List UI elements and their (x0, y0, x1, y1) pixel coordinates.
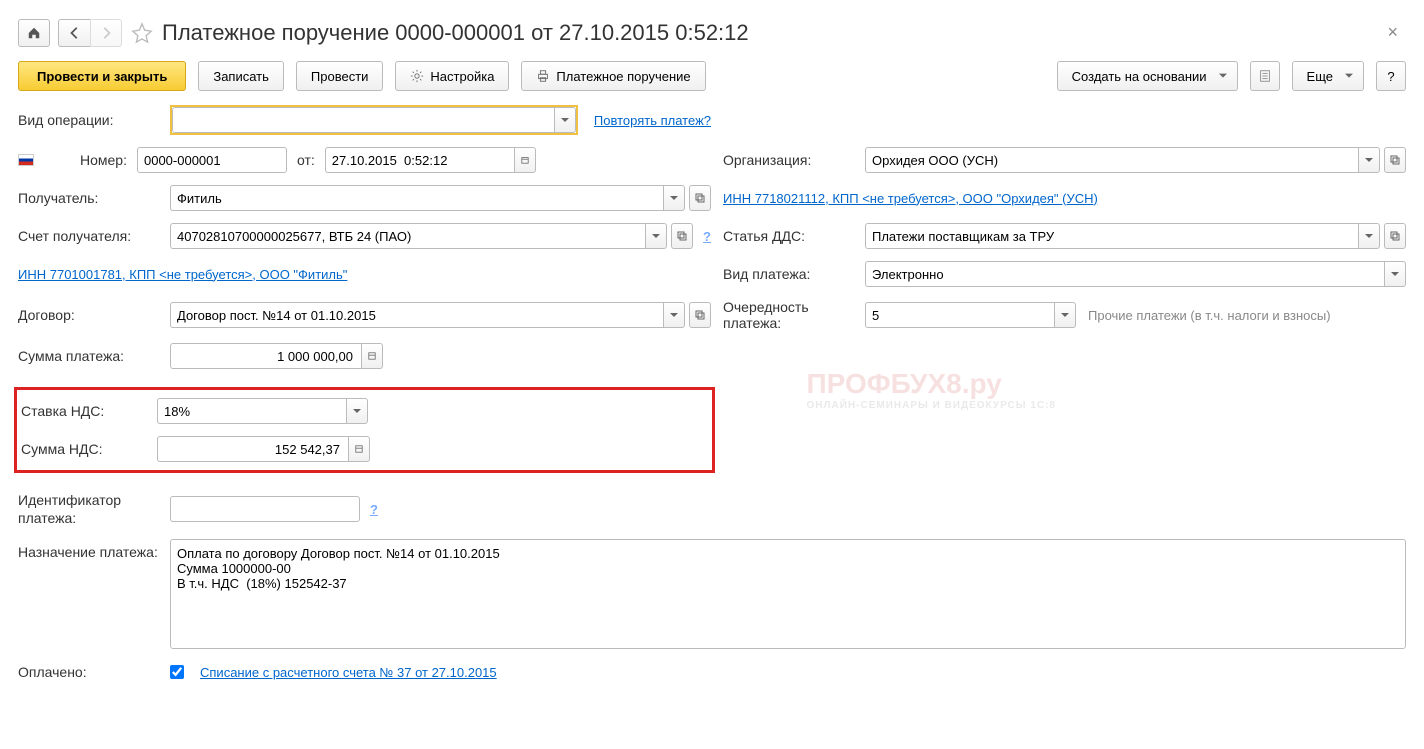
help-icon[interactable]: ? (370, 502, 378, 517)
header-bar: Платежное поручение 0000-000001 от 27.10… (18, 18, 1406, 47)
create-based-on-button[interactable]: Создать на основании (1057, 61, 1238, 91)
pay-type-input[interactable] (865, 261, 1384, 287)
vat-amount-input[interactable] (157, 436, 348, 462)
forward-button[interactable] (90, 19, 122, 47)
flag-icon (18, 154, 34, 166)
report-button[interactable] (1250, 61, 1280, 91)
number-label: Номер: (80, 152, 127, 168)
recipient-account-label: Счет получателя: (18, 228, 158, 244)
pay-type-label: Вид платежа: (723, 266, 853, 282)
repeat-payment-link[interactable]: Повторять платеж? (594, 113, 711, 128)
dropdown-icon[interactable] (1358, 147, 1380, 173)
priority-input[interactable] (865, 302, 1054, 328)
more-button[interactable]: Еще (1292, 61, 1364, 91)
op-type-input[interactable] (172, 107, 554, 133)
payment-id-input[interactable] (170, 496, 360, 522)
org-label: Организация: (723, 152, 853, 168)
recipient-inn-link[interactable]: ИНН 7701001781, КПП <не требуется>, ООО … (18, 267, 347, 282)
dropdown-icon[interactable] (663, 185, 685, 211)
writeoff-link[interactable]: Списание с расчетного счета № 37 от 27.1… (200, 665, 497, 680)
article-label: Статья ДДС: (723, 228, 853, 244)
dropdown-icon[interactable] (554, 107, 576, 133)
page-title: Платежное поручение 0000-000001 от 27.10… (162, 20, 749, 46)
close-button[interactable]: × (1379, 18, 1406, 47)
dropdown-icon[interactable] (663, 302, 685, 328)
paid-label: Оплачено: (18, 664, 158, 680)
payment-order-button[interactable]: Платежное поручение (521, 61, 705, 91)
vat-rate-label: Ставка НДС: (21, 403, 157, 419)
recipient-label: Получатель: (18, 190, 158, 206)
calculator-icon[interactable] (361, 343, 383, 369)
favorite-icon[interactable] (130, 21, 154, 45)
home-button[interactable] (18, 19, 50, 47)
op-type-label: Вид операции: (18, 112, 158, 128)
open-icon[interactable] (1384, 147, 1406, 173)
vat-rate-input[interactable] (157, 398, 346, 424)
settings-button[interactable]: Настройка (395, 61, 509, 91)
dropdown-icon[interactable] (346, 398, 368, 424)
article-input[interactable] (865, 223, 1358, 249)
amount-input[interactable] (170, 343, 361, 369)
print-icon (536, 69, 550, 83)
payment-id-label: Идентификатор платежа: (18, 491, 158, 527)
org-inn-link[interactable]: ИНН 7718021112, КПП <не требуется>, ООО … (723, 191, 1098, 206)
amount-label: Сумма платежа: (18, 348, 158, 364)
post-button[interactable]: Провести (296, 61, 384, 91)
dropdown-icon[interactable] (645, 223, 667, 249)
date-from-label: от: (297, 152, 315, 168)
calculator-icon[interactable] (348, 436, 370, 462)
date-input[interactable] (325, 147, 514, 173)
toolbar: Провести и закрыть Записать Провести Нас… (18, 61, 1406, 91)
help-icon[interactable]: ? (703, 229, 711, 244)
payment-order-label: Платежное поручение (556, 69, 690, 84)
calendar-icon[interactable] (514, 147, 536, 173)
purpose-textarea[interactable] (170, 539, 1406, 649)
org-input[interactable] (865, 147, 1358, 173)
open-icon[interactable] (689, 302, 711, 328)
recipient-account-input[interactable] (170, 223, 645, 249)
settings-label: Настройка (430, 69, 494, 84)
contract-label: Договор: (18, 307, 158, 323)
open-icon[interactable] (1384, 223, 1406, 249)
dropdown-icon[interactable] (1384, 261, 1406, 287)
priority-label: Очередность платежа: (723, 299, 853, 331)
dropdown-icon[interactable] (1054, 302, 1076, 328)
open-icon[interactable] (671, 223, 693, 249)
gear-icon (410, 69, 424, 83)
dropdown-icon[interactable] (1358, 223, 1380, 249)
number-input[interactable] (137, 147, 287, 173)
open-icon[interactable] (689, 185, 711, 211)
back-button[interactable] (58, 19, 90, 47)
priority-description: Прочие платежи (в т.ч. налоги и взносы) (1088, 308, 1331, 323)
recipient-input[interactable] (170, 185, 663, 211)
vat-amount-label: Сумма НДС: (21, 441, 157, 457)
document-icon (1258, 69, 1272, 83)
help-button[interactable]: ? (1376, 61, 1406, 91)
contract-input[interactable] (170, 302, 663, 328)
save-button[interactable]: Записать (198, 61, 284, 91)
paid-checkbox[interactable] (170, 665, 184, 679)
post-and-close-button[interactable]: Провести и закрыть (18, 61, 186, 91)
purpose-label: Назначение платежа: (18, 539, 158, 561)
